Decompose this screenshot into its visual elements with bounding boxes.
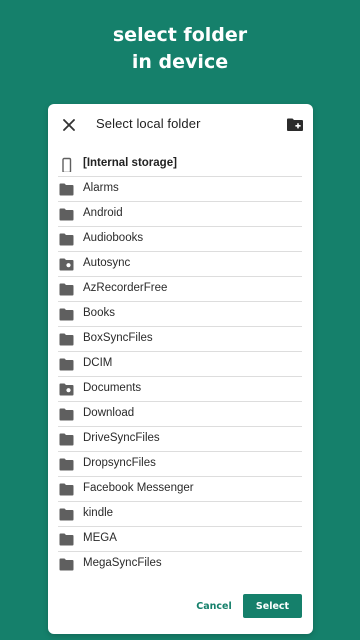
folder-row[interactable]: DropsyncFiles	[48, 452, 313, 477]
folder-label: DCIM	[83, 357, 113, 369]
phone-icon	[62, 157, 72, 172]
dialog-title: Select local folder	[96, 116, 201, 131]
promo-headline: select folder in device	[0, 22, 360, 76]
folder-row[interactable]: Documents	[48, 377, 313, 402]
select-button[interactable]: Select	[243, 594, 302, 618]
folder-label: Facebook Messenger	[83, 482, 194, 494]
folder-row[interactable]: Facebook Messenger	[48, 477, 313, 502]
folder-label: AzRecorderFree	[83, 282, 168, 294]
folder-icon	[59, 433, 74, 446]
folder-label: DriveSyncFiles	[83, 432, 160, 444]
folder-icon	[59, 358, 74, 371]
folder-row[interactable]: MEGA	[48, 527, 313, 552]
folder-row[interactable]: DCIM	[48, 352, 313, 377]
folder-row[interactable]: Alarms	[48, 177, 313, 202]
folder-row[interactable]: Books	[48, 302, 313, 327]
folder-row[interactable]: Audiobooks	[48, 227, 313, 252]
folder-icon	[59, 183, 74, 196]
folder-row[interactable]: Autosync	[48, 252, 313, 277]
folder-label: Alarms	[83, 182, 119, 194]
folder-label: Books	[83, 307, 115, 319]
internal-storage-row[interactable]: [Internal storage]	[48, 152, 313, 177]
close-button[interactable]	[58, 114, 80, 136]
folder-label: Android	[83, 207, 123, 219]
folder-label: Audiobooks	[83, 232, 144, 244]
folder-label: MegaSyncFiles	[83, 557, 162, 569]
folder-label: kindle	[83, 507, 114, 519]
folder-list: [Internal storage] Alarms Android Audioboo…	[48, 152, 313, 577]
cancel-button[interactable]: Cancel	[189, 594, 239, 618]
synced-folder-icon	[59, 258, 74, 271]
folder-label: Download	[83, 407, 135, 419]
folder-icon	[59, 208, 74, 221]
folder-label: Documents	[83, 382, 142, 394]
folder-icon	[59, 333, 74, 346]
folder-icon	[59, 558, 74, 571]
folder-icon	[59, 308, 74, 321]
folder-row[interactable]: Download	[48, 402, 313, 427]
folder-row[interactable]: AzRecorderFree	[48, 277, 313, 302]
folder-row[interactable]: DriveSyncFiles	[48, 427, 313, 452]
internal-storage-label: [Internal storage]	[83, 157, 177, 169]
dialog-header: Select local folder	[48, 104, 313, 148]
folder-icon	[59, 233, 74, 246]
folder-label: MEGA	[83, 532, 117, 544]
folder-label: BoxSyncFiles	[83, 332, 153, 344]
folder-icon	[59, 283, 74, 296]
folder-label: DropsyncFiles	[83, 457, 156, 469]
folder-row[interactable]: kindle	[48, 502, 313, 527]
close-icon	[63, 119, 75, 131]
headline-line-1: select folder	[112, 24, 248, 46]
folder-row[interactable]: Android	[48, 202, 313, 227]
folder-row[interactable]: MegaSyncFiles	[48, 552, 313, 577]
folder-icon	[59, 458, 74, 471]
synced-folder-icon	[59, 383, 74, 396]
create-new-folder-icon[interactable]	[286, 116, 304, 134]
select-folder-dialog: Select local folder [Internal storage] A…	[48, 104, 313, 634]
folder-row[interactable]: BoxSyncFiles	[48, 327, 313, 352]
folder-icon	[59, 408, 74, 421]
folder-icon	[59, 483, 74, 496]
folder-label: Autosync	[83, 257, 131, 269]
headline-line-2: in device	[131, 51, 229, 73]
folder-icon	[59, 508, 74, 521]
folder-icon	[59, 533, 74, 546]
